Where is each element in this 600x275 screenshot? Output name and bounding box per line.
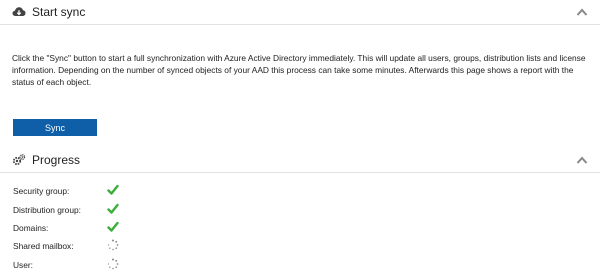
checkmark-icon	[107, 203, 119, 214]
progress-panel-header: Progress	[0, 148, 600, 173]
chevron-up-icon[interactable]	[576, 7, 588, 17]
progress-panel-title: Progress	[32, 153, 81, 167]
progress-item-distribution-group: Distribution group:	[0, 202, 600, 220]
progress-item-label: User:	[13, 260, 34, 270]
chevron-up-icon[interactable]	[576, 155, 588, 165]
progress-item-label: Domains:	[13, 223, 49, 233]
progress-item-user: User:	[0, 257, 600, 275]
cloud-download-icon	[12, 7, 26, 16]
progress-item-security-group: Security group:	[0, 183, 600, 201]
spinner-icon	[107, 258, 119, 270]
spinner-icon	[107, 239, 119, 251]
progress-item-domains: Domains:	[0, 220, 600, 238]
checkmark-icon	[107, 221, 119, 232]
progress-item-label: Distribution group:	[13, 205, 81, 215]
sync-description: Click the "Sync" button to start a full …	[12, 53, 586, 88]
sync-panel-title: Start sync	[32, 5, 86, 19]
progress-item-label: Shared mailbox:	[13, 241, 74, 251]
progress-item-label: Security group:	[13, 186, 70, 196]
progress-item-shared-mailbox: Shared mailbox:	[0, 238, 600, 256]
checkmark-icon	[107, 184, 119, 195]
gears-icon	[12, 154, 26, 166]
sync-button[interactable]: Sync	[13, 119, 97, 136]
sync-panel-header: Start sync	[0, 0, 600, 25]
